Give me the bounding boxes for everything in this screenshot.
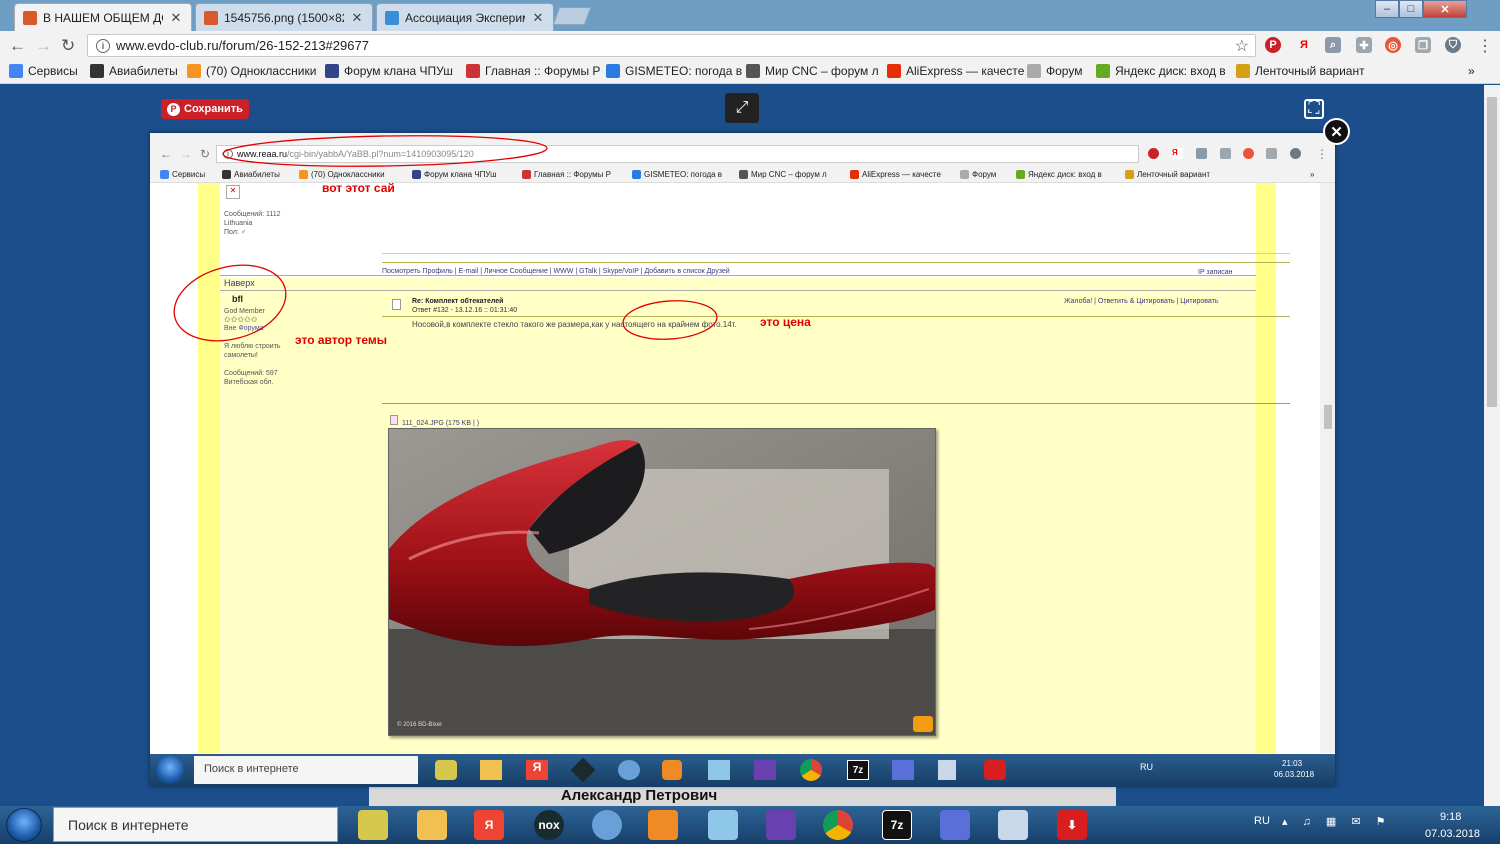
more-bookmarks-icon[interactable]: »: [1468, 64, 1475, 78]
annotation-author: это автор темы: [295, 333, 387, 347]
window-close-button[interactable]: ✕: [1423, 0, 1467, 18]
bookmark-item[interactable]: Форум: [1027, 64, 1082, 78]
artcam-app-icon[interactable]: [940, 810, 970, 840]
target-ext-icon[interactable]: ◎: [1385, 37, 1401, 53]
7zip-app-icon[interactable]: 7z: [882, 810, 912, 840]
search-ext-icon[interactable]: ⌕: [1325, 37, 1341, 53]
tab-association[interactable]: Ассоциация Эксперимe ✕: [376, 3, 554, 31]
yandex-ext-icon[interactable]: Я: [1296, 37, 1312, 53]
tray-icons[interactable]: ▴ ♫ ▦ ✉ ⚑: [1282, 815, 1391, 828]
ok-icon: [187, 64, 201, 78]
tab-title: Ассоциация Эксперимe: [405, 10, 525, 25]
chrome-app-icon[interactable]: [823, 810, 853, 840]
forum3-icon: [1027, 64, 1041, 78]
tab-png-image[interactable]: 1545756.png (1500×825) ✕: [195, 3, 373, 31]
maximize-button[interactable]: □: [1399, 0, 1423, 18]
aliexpress-icon: [887, 64, 901, 78]
bookmark-item[interactable]: Мир CNC – форум л: [746, 64, 879, 78]
nox-app-icon[interactable]: nox: [534, 810, 564, 840]
scrollbar-thumb[interactable]: [1487, 97, 1497, 407]
annotation-ovals: [173, 135, 718, 342]
tool-app-icon[interactable]: [708, 810, 738, 840]
lightbox-close-button[interactable]: ✕: [1323, 118, 1350, 145]
yandex-disk-icon: [1096, 64, 1110, 78]
doc-favicon-icon: [385, 10, 399, 25]
browser-toolbar: ← → ↻ i www.evdo-club.ru/forum/26-152-21…: [0, 31, 1500, 60]
copy-ext-icon[interactable]: ❐: [1415, 37, 1431, 53]
tab-close-icon[interactable]: ✕: [169, 10, 183, 26]
bookmark-item[interactable]: Ленточный вариант: [1236, 64, 1365, 78]
cnc-icon: [746, 64, 760, 78]
forum-icon: [325, 64, 339, 78]
site-info-icon[interactable]: i: [96, 38, 110, 53]
clock-time[interactable]: 9:18: [1440, 811, 1461, 823]
plane-icon: [90, 64, 104, 78]
download-app-icon[interactable]: ⬇: [1057, 810, 1087, 840]
fullscreen-icon[interactable]: ⛶: [1304, 99, 1324, 119]
reload-icon[interactable]: ↻: [61, 36, 75, 56]
bookmark-item[interactable]: Главная :: Форумы Р: [466, 64, 600, 78]
forward-arrow-icon[interactable]: →: [35, 36, 52, 56]
tab-close-icon[interactable]: ✕: [350, 10, 364, 26]
bookmarks-bar: Сервисы Авиабилеты (70) Одноклассники Фо…: [0, 60, 1500, 84]
yandex-browser-icon[interactable]: Я: [474, 810, 504, 840]
image-favicon-icon: [204, 10, 218, 25]
vs-app-icon[interactable]: [766, 810, 796, 840]
audio-app-icon[interactable]: [592, 810, 622, 840]
bookmark-item[interactable]: Сервисы: [9, 64, 78, 78]
puzzle-ext-icon[interactable]: ✚: [1356, 37, 1372, 53]
apps-grid-icon: [9, 64, 23, 78]
tab-title: 1545756.png (1500×825): [224, 10, 344, 25]
new-tab-button[interactable]: [552, 7, 592, 25]
tab-strip: В НАШЕМ ОБЩЕМ ДОМ ✕ 1545756.png (1500×82…: [0, 0, 1500, 31]
bookmark-item[interactable]: (70) Одноклассники: [187, 64, 316, 78]
pinterest-icon: P: [167, 102, 180, 116]
minimize-button[interactable]: ‒: [1375, 0, 1399, 18]
bookmark-star-icon[interactable]: ☆: [1235, 36, 1249, 56]
taskbar-search-input[interactable]: Поиск в интернете: [53, 807, 338, 842]
language-indicator[interactable]: RU: [1254, 815, 1270, 827]
bookmark-item[interactable]: GISMETEO: погода в: [606, 64, 742, 78]
bookmark-item[interactable]: Яндекс диск: вход в: [1096, 64, 1226, 78]
tape-icon: [1236, 64, 1250, 78]
address-url: www.evdo-club.ru/forum/26-152-213#29677: [116, 38, 369, 53]
shield-ext-icon[interactable]: ⛉: [1445, 37, 1461, 53]
media-player-icon[interactable]: [648, 810, 678, 840]
clock-date[interactable]: 07.03.2018: [1425, 828, 1480, 840]
calculator-app-icon[interactable]: [998, 810, 1028, 840]
pinterest-save-button[interactable]: P Сохранить: [161, 99, 249, 119]
icq-app-icon[interactable]: [358, 810, 388, 840]
tab-close-icon[interactable]: ✕: [531, 10, 545, 26]
page-scrollbar[interactable]: [1484, 85, 1500, 806]
screenshot-image: ← → ↻ i www.reaa.ru/cgi-bin/yabbA/YaBB.p…: [150, 133, 1335, 786]
address-bar[interactable]: i www.evdo-club.ru/forum/26-152-213#2967…: [87, 34, 1256, 57]
back-arrow-icon[interactable]: ←: [9, 36, 26, 56]
annotation-price: это цена: [760, 315, 811, 329]
gismeteo-icon: [606, 64, 620, 78]
expand-icon[interactable]: ⤢: [725, 93, 759, 123]
site-favicon-icon: [23, 10, 37, 25]
forum2-icon: [466, 64, 480, 78]
bookmark-item[interactable]: AliExpress — качестe: [887, 64, 1024, 78]
pinterest-ext-icon[interactable]: P: [1265, 37, 1281, 53]
start-button[interactable]: [6, 808, 42, 842]
image-caption: Александр Петрович: [560, 787, 718, 804]
folder-app-icon[interactable]: [417, 810, 447, 840]
bookmark-item[interactable]: Форум клана ЧПУш: [325, 64, 453, 78]
tab-evdo-club[interactable]: В НАШЕМ ОБЩЕМ ДОМ ✕: [14, 3, 192, 31]
annotation-site: вот этот сай: [322, 181, 395, 195]
menu-dots-icon[interactable]: ⋮: [1477, 36, 1493, 56]
tab-title: В НАШЕМ ОБЩЕМ ДОМ: [43, 10, 163, 25]
bookmark-item[interactable]: Авиабилеты: [90, 64, 178, 78]
